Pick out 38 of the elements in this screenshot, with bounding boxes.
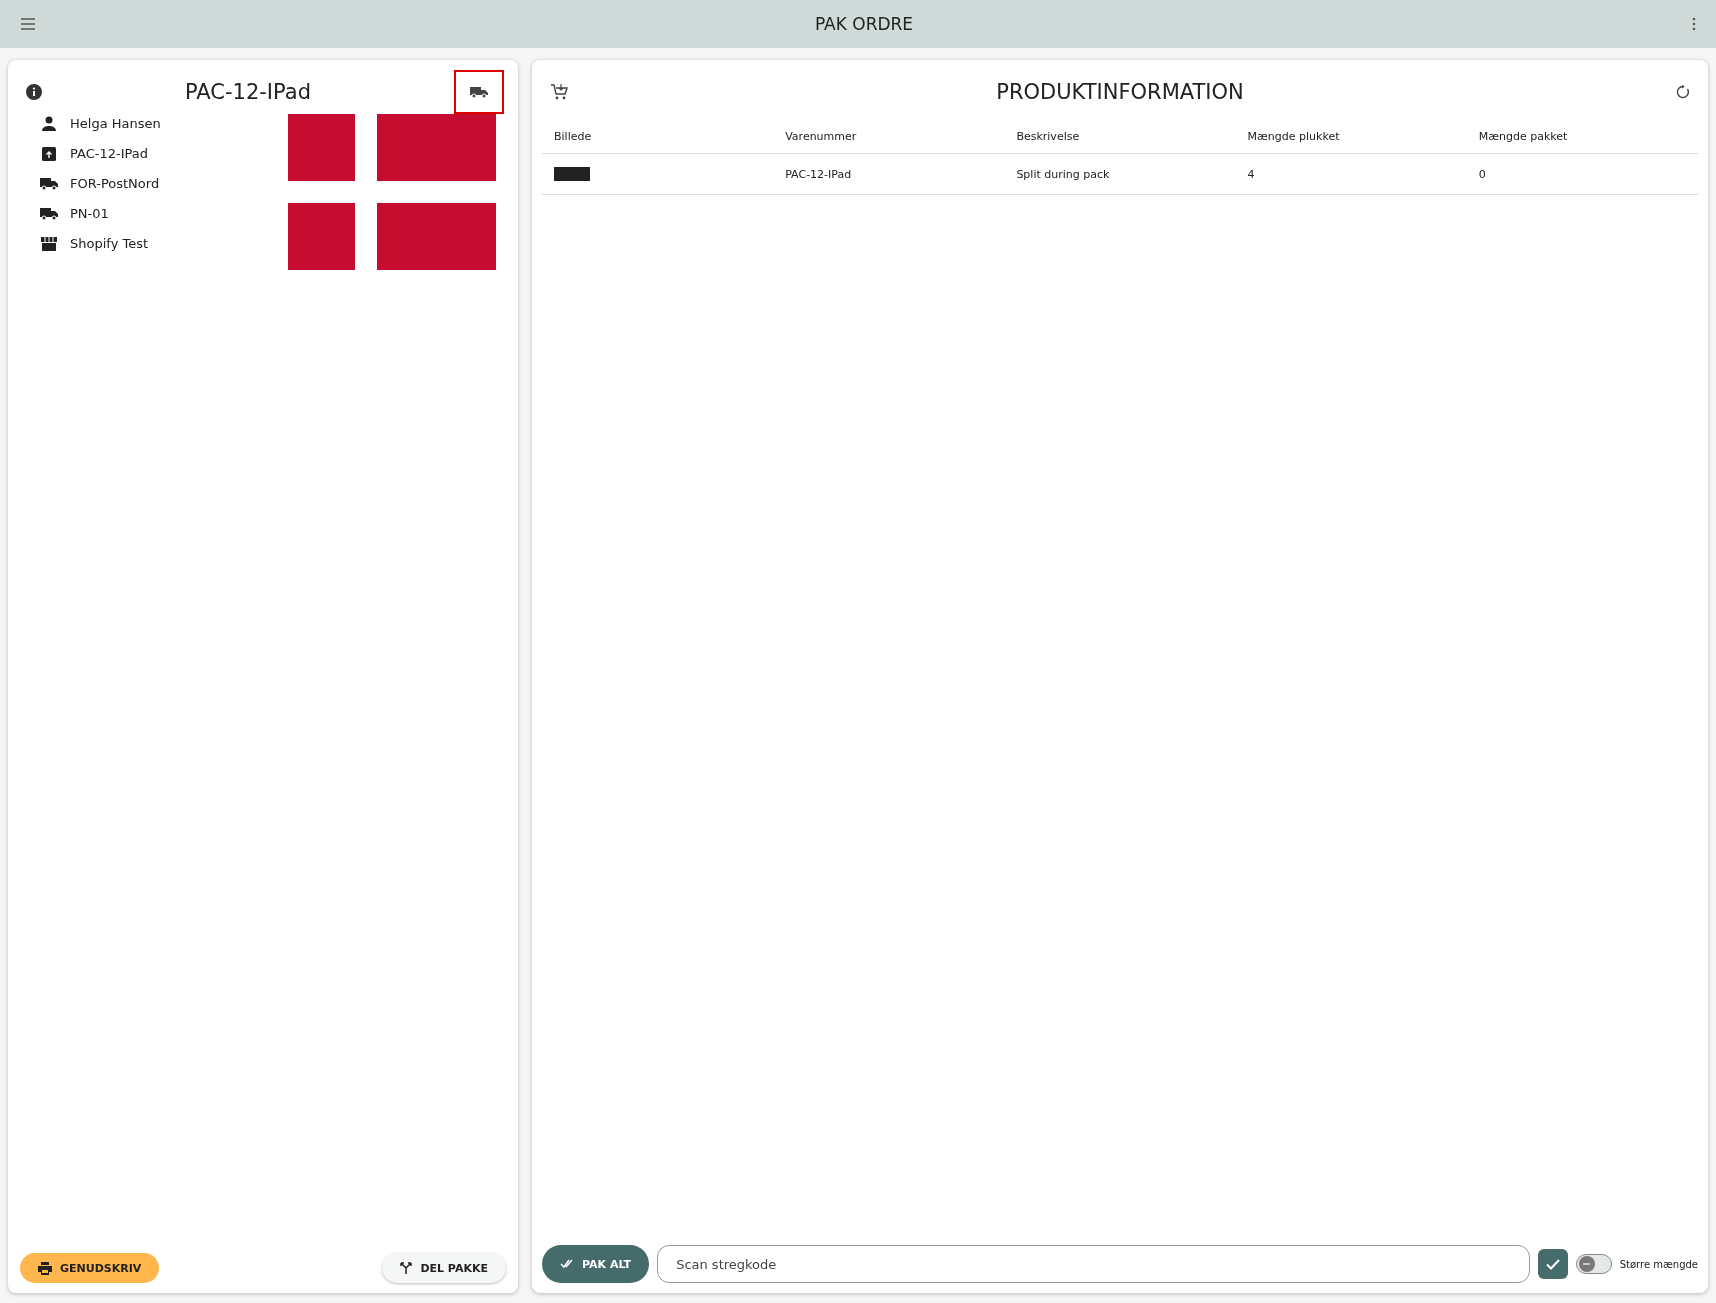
truck-icon — [40, 206, 58, 221]
detail-text: PN-01 — [70, 206, 109, 221]
detail-text: Shopify Test — [70, 236, 149, 251]
table-cell: Split during pack — [1004, 153, 1236, 195]
confirm-button[interactable] — [1537, 1249, 1568, 1279]
column-header: Beskrivelse — [1004, 120, 1236, 154]
product-title: PRODUKTINFORMATION — [996, 80, 1244, 104]
toggle-label: Større mængde — [1619, 1258, 1698, 1270]
truck-icon — [470, 86, 488, 98]
detail-text: FOR-PostNord — [70, 176, 160, 191]
detail-text: PAC-12-IPad — [70, 146, 148, 161]
table-cell: PAC-12-IPad — [773, 153, 1005, 195]
toggle-switch[interactable] — [1575, 1254, 1612, 1274]
person-icon — [40, 114, 58, 133]
photo-placeholder — [554, 167, 590, 181]
column-header: Mængde pakket — [1466, 120, 1698, 154]
table-cell: 0 — [1466, 153, 1698, 195]
info-icon — [26, 84, 42, 100]
order-title: PAC-12-IPad — [185, 80, 311, 104]
column-header: Mængde plukket — [1235, 120, 1467, 154]
truck-icon — [40, 176, 58, 191]
pack-all-button[interactable]: PAK ALT — [542, 1245, 650, 1283]
detail-text: Helga Hansen — [70, 116, 161, 131]
check-icon — [1545, 1258, 1560, 1270]
store-icon — [40, 235, 58, 252]
package-icon — [40, 144, 58, 163]
printer-icon — [38, 1261, 52, 1275]
split-package-button[interactable]: DEL PAKKE — [382, 1253, 506, 1283]
cart-icon — [550, 83, 568, 101]
column-header: Varenummer — [773, 120, 1005, 154]
reprint-button[interactable]: GENUDSKRIV — [20, 1253, 160, 1283]
page-title: PAK ORDRE — [814, 14, 914, 34]
table-cell: 4 — [1235, 153, 1467, 195]
split-arrows-icon — [400, 1262, 413, 1274]
double-check-icon — [560, 1259, 574, 1269]
scan-barcode-field[interactable]: Scan stregkode — [657, 1245, 1530, 1283]
shipping-button[interactable] — [454, 70, 504, 114]
column-header: Billede — [542, 120, 774, 154]
